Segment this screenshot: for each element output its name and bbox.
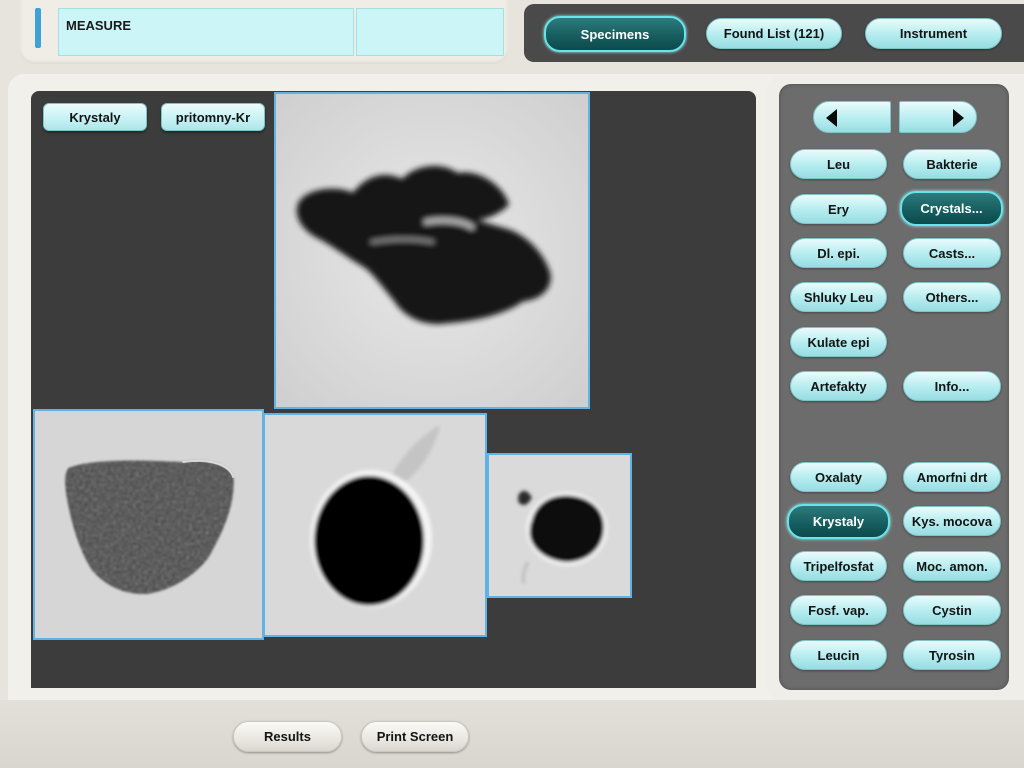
- filter-krystaly-button[interactable]: Krystaly: [43, 103, 147, 131]
- measure-accent-bar: [35, 8, 41, 48]
- specimen-image-4[interactable]: [487, 453, 632, 598]
- category-bakterie-button[interactable]: Bakterie: [903, 149, 1001, 179]
- category-info-button[interactable]: Info...: [903, 371, 1001, 401]
- category-kulate-epi-button[interactable]: Kulate epi: [790, 327, 887, 357]
- tab-instrument[interactable]: Instrument: [865, 18, 1002, 49]
- subcategory-leucin-button[interactable]: Leucin: [790, 640, 887, 670]
- subcategory-kys-mocova-button[interactable]: Kys. mocova: [903, 506, 1001, 536]
- measure-value-field: [356, 8, 504, 56]
- tab-specimens[interactable]: Specimens: [544, 16, 686, 52]
- category-casts-button[interactable]: Casts...: [903, 238, 1001, 268]
- specimen-image-1[interactable]: [274, 92, 590, 409]
- category-leu-button[interactable]: Leu: [790, 149, 887, 179]
- specimen-image-3[interactable]: [263, 413, 487, 637]
- subcategory-tyrosin-button[interactable]: Tyrosin: [903, 640, 1001, 670]
- subcategory-cystin-button[interactable]: Cystin: [903, 595, 1001, 625]
- category-crystals-button[interactable]: Crystals...: [900, 191, 1003, 226]
- tab-found-list[interactable]: Found List (121): [706, 18, 842, 49]
- subcategory-oxalaty-button[interactable]: Oxalaty: [790, 462, 887, 492]
- category-dl-epi-button[interactable]: Dl. epi.: [790, 238, 887, 268]
- category-ery-button[interactable]: Ery: [790, 194, 887, 224]
- results-button[interactable]: Results: [233, 721, 342, 752]
- category-others-button[interactable]: Others...: [903, 282, 1001, 312]
- bottom-bar: [0, 700, 1024, 768]
- subcategory-tripelfosfat-button[interactable]: Tripelfosfat: [790, 551, 887, 581]
- subcategory-fosf-vap-button[interactable]: Fosf. vap.: [790, 595, 887, 625]
- subcategory-krystaly-button[interactable]: Krystaly: [787, 504, 890, 539]
- arrow-left-icon: [826, 109, 837, 127]
- measure-field: MEASURE: [58, 8, 354, 56]
- category-shluky-leu-button[interactable]: Shluky Leu: [790, 282, 887, 312]
- measure-title: MEASURE: [66, 18, 132, 33]
- specimen-viewer: Krystaly pritomny-Kr: [31, 91, 756, 688]
- filter-pritomny-button[interactable]: pritomny-Kr: [161, 103, 265, 131]
- arrow-right-icon: [953, 109, 964, 127]
- print-screen-button[interactable]: Print Screen: [361, 721, 469, 752]
- subcategory-amorfni-drt-button[interactable]: Amorfni drt: [903, 462, 1001, 492]
- prev-page-button[interactable]: [813, 101, 891, 133]
- subcategory-moc-amon-button[interactable]: Moc. amon.: [903, 551, 1001, 581]
- specimen-image-2[interactable]: [33, 409, 264, 640]
- next-page-button[interactable]: [899, 101, 977, 133]
- category-artefakty-button[interactable]: Artefakty: [790, 371, 887, 401]
